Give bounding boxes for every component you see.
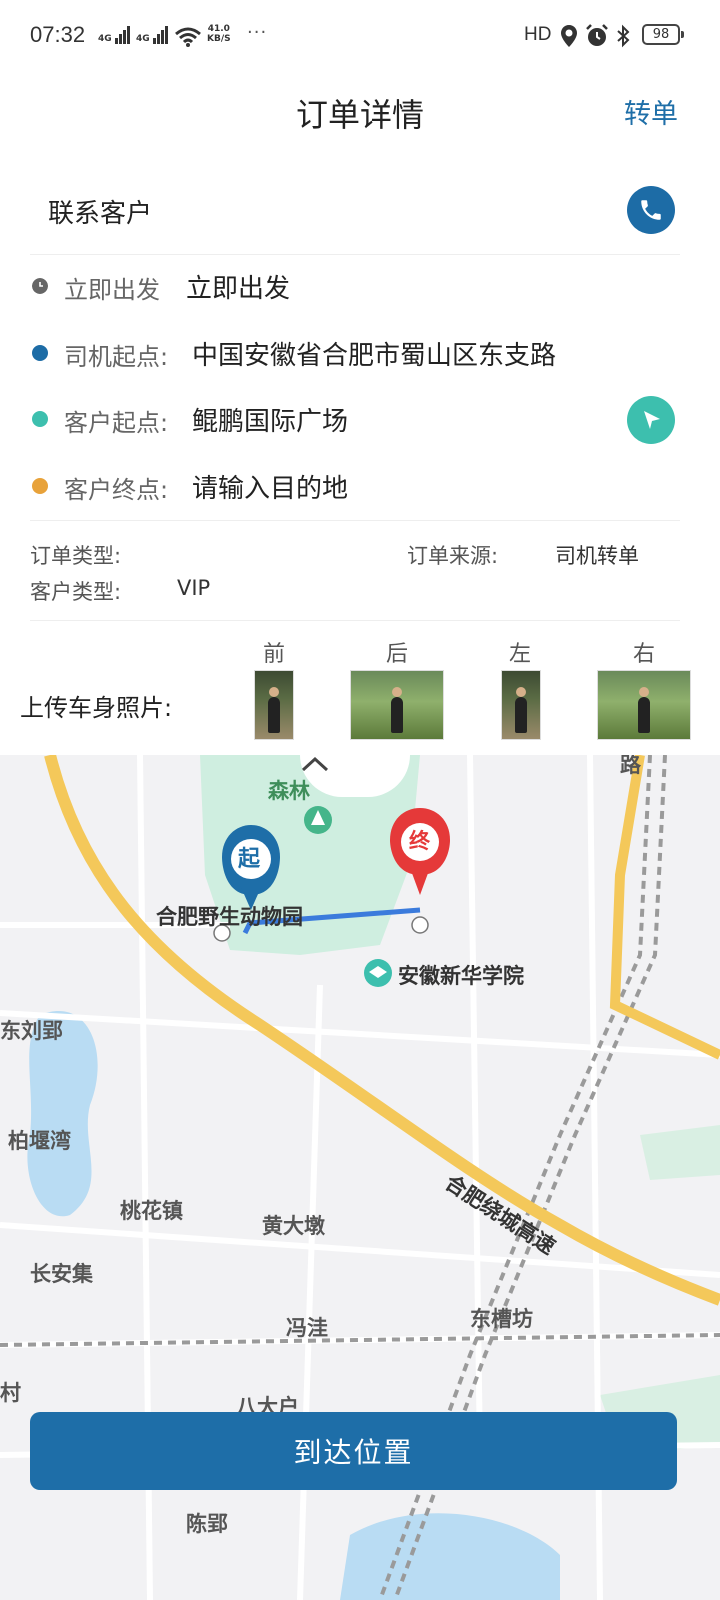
call-customer-button[interactable] — [627, 186, 675, 234]
customer-start-dot — [32, 411, 48, 427]
driver-start-key: 司机起点: — [64, 343, 169, 371]
phone-icon — [641, 200, 661, 220]
divider — [30, 620, 680, 621]
alarm-icon — [586, 24, 608, 46]
arrive-location-button[interactable]: 到达位置 — [30, 1412, 677, 1490]
map-label-zoo: 合肥野生动物园 — [156, 905, 303, 929]
photo-person — [638, 697, 650, 733]
photo-label-right: 右 — [632, 642, 655, 667]
order-source-value: 司机转单 — [555, 544, 639, 568]
photo-front[interactable] — [254, 670, 294, 740]
photo-person — [515, 697, 527, 733]
map-label-chenying: 陈郢 — [186, 1512, 228, 1536]
photo-right[interactable] — [597, 670, 691, 740]
depart-time-value: 立即出发 — [186, 274, 291, 304]
end-marker-label: 终 — [409, 829, 430, 853]
navigate-button[interactable] — [627, 396, 675, 444]
photo-back[interactable] — [350, 670, 444, 740]
photo-left[interactable] — [501, 670, 541, 740]
photo-label-left: 左 — [508, 642, 531, 667]
chevron-up-icon — [301, 756, 329, 772]
customer-type-label: 客户类型: — [30, 580, 122, 604]
navigation-arrow-icon — [644, 411, 660, 429]
photo-label-back: 后 — [385, 642, 408, 667]
customer-type-value: VIP — [177, 576, 211, 600]
page-title: 订单详情 — [295, 96, 424, 134]
order-source-label: 订单来源: — [407, 544, 499, 568]
customer-start-row: 客户起点: 鲲鹏国际广场 — [30, 396, 680, 446]
more-notifications-icon: ··· — [247, 22, 268, 43]
destination-input[interactable]: 请输入目的地 — [192, 468, 348, 505]
map-label-dongliu: 东刘郢 — [0, 1019, 63, 1043]
photo-person-head — [516, 687, 526, 697]
cellular-signal-icon-2: 4G — [136, 26, 169, 44]
transfer-order-button[interactable]: 转单 — [624, 92, 678, 131]
map-label-cun: 村 — [0, 1381, 21, 1405]
wifi-icon — [175, 27, 201, 47]
customer-start-key: 客户起点: — [64, 409, 169, 437]
status-bar: 07:32 4G 4G 41.0 KB/S ··· HD 98 — [0, 0, 720, 72]
order-type-label: 订单类型: — [30, 544, 122, 568]
divider — [30, 520, 680, 521]
network-speed: 41.0 KB/S — [207, 24, 231, 44]
start-marker-label: 起 — [238, 847, 261, 872]
photo-label-front: 前 — [262, 642, 285, 667]
map-label-forest: 森林 — [268, 779, 310, 803]
map-label-road: 路 — [620, 755, 641, 777]
photo-person-head — [392, 687, 402, 697]
photo-person — [268, 697, 280, 733]
header: 订单详情 转单 — [0, 72, 720, 152]
map-label-dongcaofang: 东槽坊 — [470, 1307, 533, 1331]
contact-customer-label: 联系客户 — [48, 199, 153, 229]
customer-end-row: 客户终点: 请输入目的地 — [30, 463, 680, 513]
status-time: 07:32 — [30, 22, 86, 47]
map-label-taohua: 桃花镇 — [120, 1199, 183, 1223]
photo-person-head — [639, 687, 649, 697]
customer-start-value: 鲲鹏国际广场 — [192, 407, 349, 437]
driver-start-dot — [32, 345, 48, 361]
bluetooth-icon — [617, 24, 630, 48]
depart-time-row: 立即出发 立即出发 — [30, 263, 680, 313]
map-label-baiyanwan: 柏堰湾 — [8, 1129, 71, 1153]
customer-end-dot — [32, 478, 48, 494]
map-label-fengwa: 冯洼 — [286, 1316, 328, 1340]
clock-icon — [32, 278, 48, 294]
hd-indicator: HD — [524, 24, 552, 45]
photo-person — [391, 697, 403, 733]
photo-person-head — [269, 687, 279, 697]
cellular-signal-icon: 4G — [98, 26, 131, 44]
customer-end-key: 客户终点: — [64, 476, 169, 504]
battery-indicator: 98 — [642, 24, 684, 45]
driver-start-row: 司机起点: 中国安徽省合肥市蜀山区东支路 — [30, 330, 680, 380]
map-label-huangdadun: 黄大墩 — [262, 1214, 325, 1238]
map-label-changanji: 长安集 — [30, 1262, 93, 1286]
contact-customer-row[interactable]: 联系客户 — [30, 175, 680, 255]
location-icon — [561, 25, 577, 47]
upload-photos-label: 上传车身照片: — [20, 694, 173, 722]
map-label-academy: 安徽新华学院 — [398, 964, 524, 988]
depart-time-key: 立即出发 — [64, 276, 160, 304]
driver-start-value: 中国安徽省合肥市蜀山区东支路 — [192, 341, 557, 371]
